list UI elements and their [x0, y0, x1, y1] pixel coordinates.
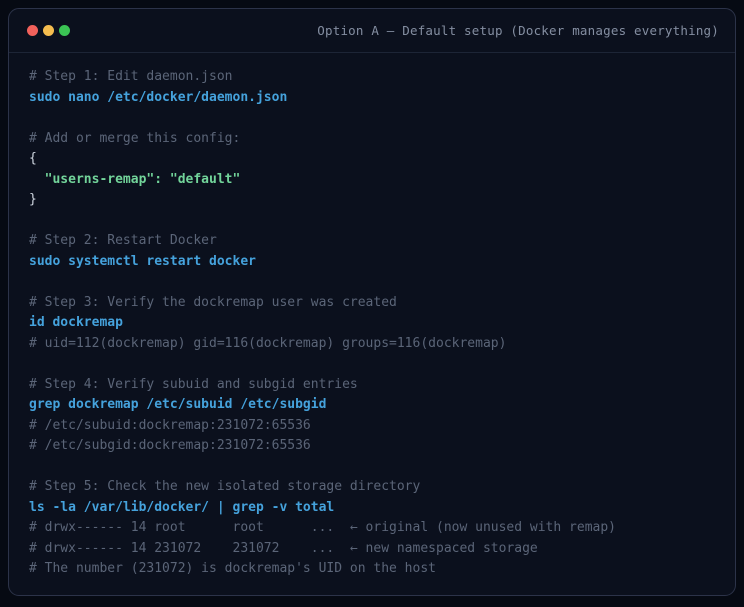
traffic-lights	[27, 25, 70, 36]
command-line: id dockremap	[29, 313, 719, 334]
output-line: # /etc/subgid:dockremap:231072:65536	[29, 436, 719, 457]
output-line: # Step 2: Restart Docker	[29, 231, 719, 252]
output-line: # Step 5: Check the new isolated storage…	[29, 477, 719, 498]
output-line: # drwx------ 14 231072 231072 ... ← new …	[29, 539, 719, 560]
blank-line	[29, 354, 719, 375]
output-line: # Add or merge this config:	[29, 129, 719, 150]
output-line: # Step 3: Verify the dockremap user was …	[29, 293, 719, 314]
blank-line	[29, 272, 719, 293]
blank-line	[29, 457, 719, 478]
terminal-window: Option A — Default setup (Docker manages…	[8, 8, 736, 596]
command-line: ls -la /var/lib/docker/ | grep -v total	[29, 498, 719, 519]
output-line: # Step 1: Edit daemon.json	[29, 67, 719, 88]
output-line: # uid=112(dockremap) gid=116(dockremap) …	[29, 334, 719, 355]
output-line: }	[29, 190, 719, 211]
command-line: grep dockremap /etc/subuid /etc/subgid	[29, 395, 719, 416]
command-line: sudo systemctl restart docker	[29, 252, 719, 273]
output-line: # drwx------ 14 root root ... ← original…	[29, 518, 719, 539]
terminal-output: # Step 1: Edit daemon.jsonsudo nano /etc…	[9, 53, 735, 592]
minimize-button[interactable]	[43, 25, 54, 36]
output-line: # The number (231072) is dockremap's UID…	[29, 559, 719, 580]
zoom-button[interactable]	[59, 25, 70, 36]
blank-line	[29, 108, 719, 129]
output-line: # /etc/subuid:dockremap:231072:65536	[29, 416, 719, 437]
window-titlebar: Option A — Default setup (Docker manages…	[9, 9, 735, 53]
blank-line	[29, 211, 719, 232]
output-line: "userns-remap": "default"	[29, 170, 719, 191]
output-line: {	[29, 149, 719, 170]
output-line: # Step 4: Verify subuid and subgid entri…	[29, 375, 719, 396]
window-title: Option A — Default setup (Docker manages…	[317, 23, 719, 38]
command-line: sudo nano /etc/docker/daemon.json	[29, 88, 719, 109]
close-button[interactable]	[27, 25, 38, 36]
